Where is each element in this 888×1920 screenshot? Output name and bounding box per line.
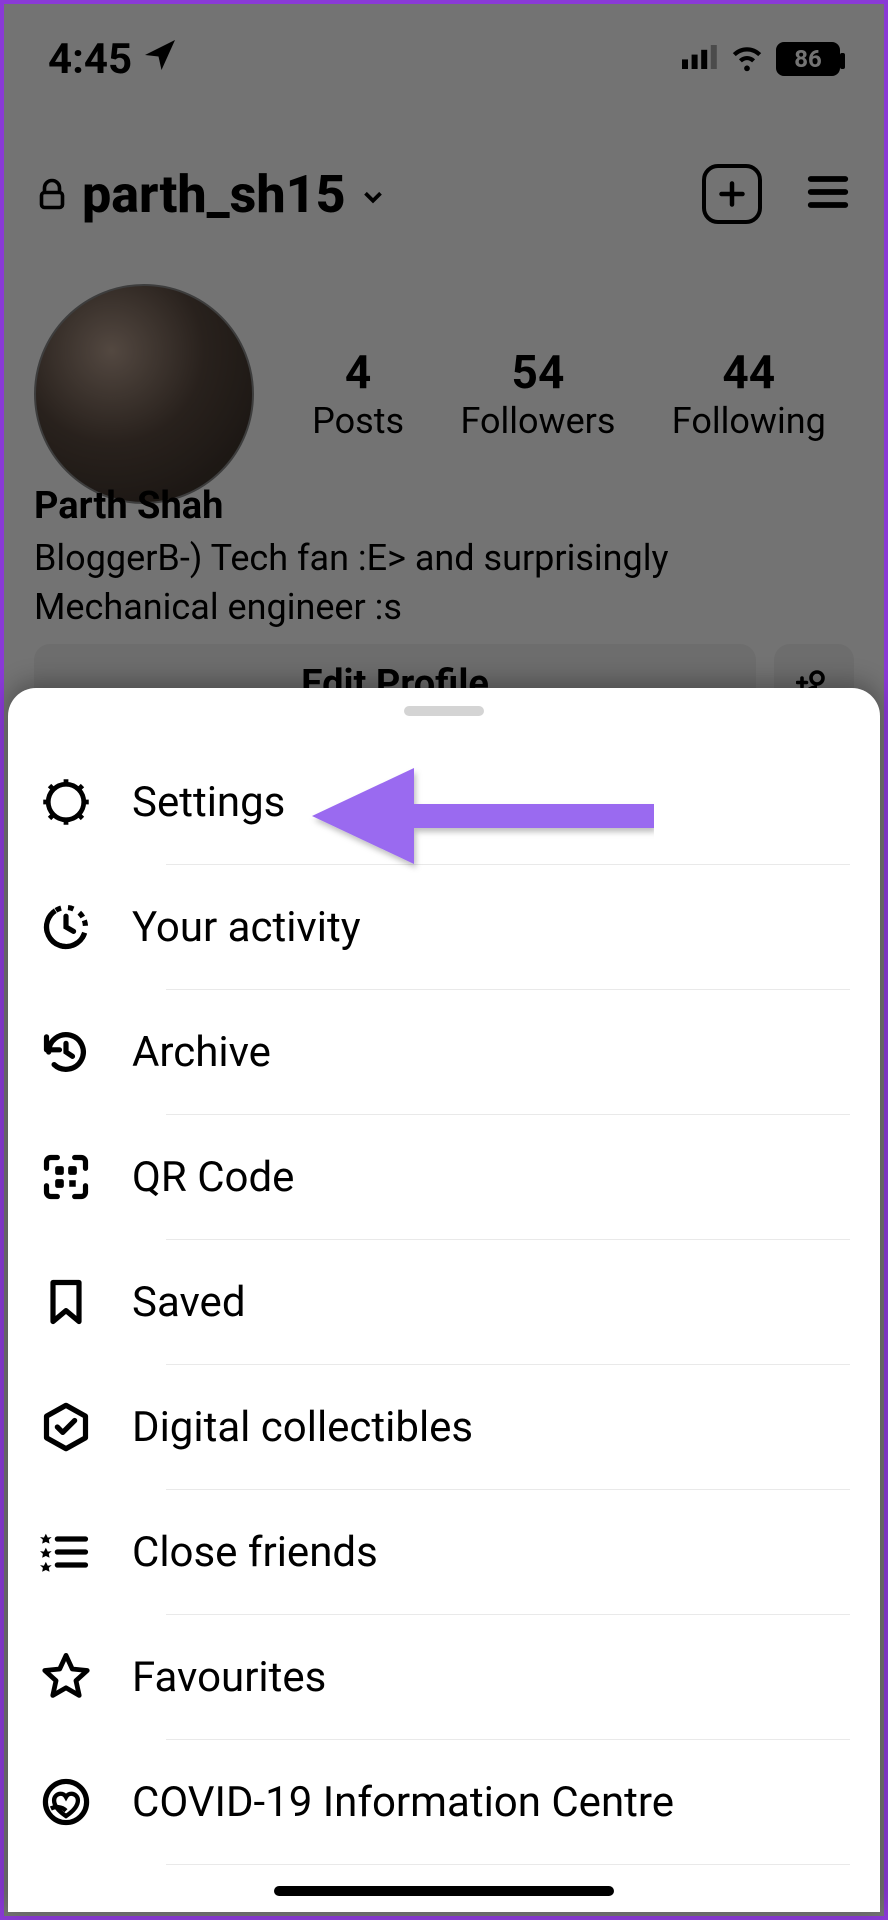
menu-label: Your activity <box>132 903 361 952</box>
menu-item-favourites[interactable]: Favourites <box>38 1615 850 1739</box>
menu-list: Settings Your activity Archive <box>8 740 880 1865</box>
close-friends-icon <box>38 1524 94 1580</box>
menu-item-settings[interactable]: Settings <box>38 740 850 864</box>
menu-label: Saved <box>132 1278 246 1327</box>
qr-code-icon <box>38 1149 94 1205</box>
menu-item-saved[interactable]: Saved <box>38 1240 850 1364</box>
menu-label: Favourites <box>132 1653 326 1702</box>
menu-item-your-activity[interactable]: Your activity <box>38 865 850 989</box>
menu-label: Close friends <box>132 1528 378 1577</box>
activity-clock-icon <box>38 899 94 955</box>
menu-item-covid-info[interactable]: COVID-19 Information Centre <box>38 1740 850 1864</box>
menu-item-digital-collectibles[interactable]: Digital collectibles <box>38 1365 850 1489</box>
saved-bookmark-icon <box>38 1274 94 1330</box>
menu-label: Archive <box>132 1028 271 1077</box>
archive-history-icon <box>38 1024 94 1080</box>
favourites-star-icon <box>38 1649 94 1705</box>
menu-item-archive[interactable]: Archive <box>38 990 850 1114</box>
settings-gear-icon <box>38 774 94 830</box>
menu-label: Settings <box>132 778 285 827</box>
menu-label: Digital collectibles <box>132 1403 473 1452</box>
menu-item-qr-code[interactable]: QR Code <box>38 1115 850 1239</box>
digital-collectibles-icon <box>38 1399 94 1455</box>
covid-info-icon <box>38 1774 94 1830</box>
home-indicator[interactable] <box>274 1886 614 1896</box>
menu-label: COVID-19 Information Centre <box>132 1778 674 1827</box>
sheet-grabber[interactable] <box>404 706 484 716</box>
menu-label: QR Code <box>132 1153 294 1202</box>
hamburger-menu-sheet: Settings Your activity Archive <box>8 688 880 1912</box>
menu-item-close-friends[interactable]: Close friends <box>38 1490 850 1614</box>
